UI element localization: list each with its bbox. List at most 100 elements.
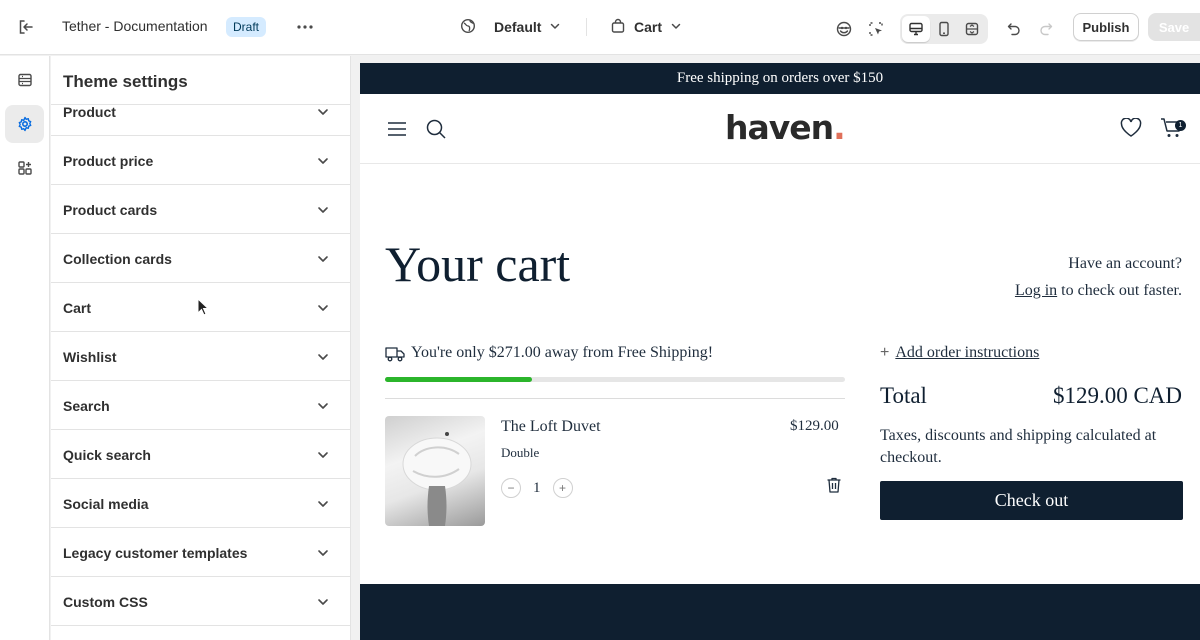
chevron-down-icon xyxy=(318,452,328,458)
save-button[interactable]: Save xyxy=(1148,13,1200,41)
add-order-instructions[interactable]: + Add order instructions xyxy=(880,344,1039,362)
chevron-down-icon xyxy=(549,19,561,35)
accordion-label: Custom CSS xyxy=(63,594,148,610)
login-suffix: to check out faster. xyxy=(1057,282,1182,299)
accordion-custom-css[interactable]: Custom CSS xyxy=(51,577,350,626)
tax-note: Taxes, discounts and shipping calculated… xyxy=(880,427,1157,466)
accordion-label: Product cards xyxy=(63,202,158,218)
search-icon[interactable] xyxy=(426,119,446,139)
product-name[interactable]: The Loft Duvet xyxy=(501,418,601,436)
quantity-stepper: − 1 + xyxy=(501,478,573,498)
sections-icon[interactable] xyxy=(5,61,44,99)
globe-icon xyxy=(460,18,476,37)
store-header: haven. 1 xyxy=(360,94,1200,164)
theme-title: Tether - Documentation xyxy=(62,18,208,34)
accordion-label: Product price xyxy=(63,153,154,169)
chevron-down-icon xyxy=(318,158,328,164)
viewport-toggle xyxy=(900,14,988,44)
chevron-down-icon xyxy=(318,354,328,360)
desktop-view-icon[interactable] xyxy=(902,16,930,42)
product-variant: Double xyxy=(501,445,540,460)
page-selector-label: Cart xyxy=(634,19,663,35)
total-value: $129.00 CAD xyxy=(1052,383,1182,408)
quantity-value[interactable]: 1 xyxy=(533,480,541,497)
chevron-down-icon xyxy=(318,109,328,115)
shipping-progress-bar xyxy=(385,377,845,382)
inspector-icon[interactable] xyxy=(864,16,888,42)
divider xyxy=(51,104,350,105)
storefront-preview: Free shipping on orders over $150 haven.… xyxy=(360,63,1200,640)
more-actions-icon[interactable] xyxy=(293,15,317,39)
accordion-label: Quick search xyxy=(63,447,151,463)
store-logo[interactable]: haven. xyxy=(725,108,846,147)
plus-icon[interactable]: + xyxy=(552,478,573,498)
chevron-down-icon xyxy=(318,403,328,409)
heart-icon[interactable] xyxy=(1120,118,1142,138)
login-link[interactable]: Log in xyxy=(1015,282,1057,299)
theme-selector[interactable]: Default xyxy=(460,14,561,40)
mobile-view-icon[interactable] xyxy=(930,16,958,42)
undo-icon[interactable] xyxy=(1002,16,1026,42)
accordion-wishlist[interactable]: Wishlist xyxy=(51,332,350,381)
mouse-cursor-icon xyxy=(197,298,209,316)
accordion-search[interactable]: Search xyxy=(51,381,350,430)
shipping-progress-fill xyxy=(385,377,533,382)
accordion-legacy-customer-templates[interactable]: Legacy customer templates xyxy=(51,528,350,577)
accordion-label: Collection cards xyxy=(63,251,172,267)
accordion-label: Wishlist xyxy=(63,349,117,365)
settings-accordion: Product Product price Product cards Coll… xyxy=(51,87,350,626)
plus-icon: + xyxy=(880,344,890,361)
ai-assistant-icon[interactable] xyxy=(832,16,856,42)
divider xyxy=(586,18,587,36)
minus-icon[interactable]: − xyxy=(501,478,521,498)
bag-icon xyxy=(610,18,626,37)
editor-topbar: Tether - Documentation Draft Default Car… xyxy=(0,0,1200,55)
accordion-label: Search xyxy=(63,398,110,414)
product-price: $129.00 xyxy=(790,418,839,434)
chevron-down-icon xyxy=(318,256,328,262)
toolbar-right xyxy=(832,14,1058,44)
truck-icon xyxy=(385,347,405,362)
chevron-down-icon xyxy=(318,305,328,311)
account-prompt: Have an account? xyxy=(1068,255,1182,272)
sidebar-rail xyxy=(0,56,50,640)
panel-title: Theme settings xyxy=(63,72,188,91)
menu-icon[interactable] xyxy=(387,121,407,137)
chevron-down-icon xyxy=(318,501,328,507)
logo-dot: . xyxy=(833,108,846,147)
theme-settings-panel: Product Product price Product cards Coll… xyxy=(51,56,351,640)
logo-text: haven xyxy=(725,108,834,147)
product-image[interactable] xyxy=(385,416,485,526)
add-order-instructions-label: Add order instructions xyxy=(895,344,1040,361)
login-prompt: Log in to check out faster. xyxy=(1015,282,1182,300)
apps-icon[interactable] xyxy=(5,149,44,187)
redo-icon[interactable] xyxy=(1034,16,1058,42)
status-badge: Draft xyxy=(226,17,267,37)
accordion-product-price[interactable]: Product price xyxy=(51,136,350,185)
gear-icon[interactable] xyxy=(5,105,44,143)
accordion-product-cards[interactable]: Product cards xyxy=(51,185,350,234)
accordion-label: Social media xyxy=(63,496,149,512)
accordion-collection-cards[interactable]: Collection cards xyxy=(51,234,350,283)
divider xyxy=(385,398,845,399)
chevron-down-icon xyxy=(318,599,328,605)
free-shipping-message: You're only $271.00 away from Free Shipp… xyxy=(411,344,714,361)
total-label: Total xyxy=(880,383,927,408)
accordion-social-media[interactable]: Social media xyxy=(51,479,350,528)
page-title: Your cart xyxy=(385,236,571,292)
accordion-label: Product xyxy=(63,104,116,120)
store-footer xyxy=(360,584,1200,640)
page-selector[interactable]: Cart xyxy=(610,14,682,40)
chevron-down-icon xyxy=(670,19,682,35)
theme-selector-label: Default xyxy=(494,19,542,35)
accordion-quick-search[interactable]: Quick search xyxy=(51,430,350,479)
cart-count-badge: 1 xyxy=(1175,120,1186,131)
publish-button[interactable]: Publish xyxy=(1073,13,1139,41)
exit-icon[interactable] xyxy=(14,15,38,39)
trash-icon[interactable] xyxy=(825,476,843,494)
fullscreen-view-icon[interactable] xyxy=(958,16,986,42)
chevron-down-icon xyxy=(318,207,328,213)
checkout-button[interactable]: Check out xyxy=(880,481,1183,520)
accordion-label: Cart xyxy=(63,300,92,316)
chevron-down-icon xyxy=(318,550,328,556)
